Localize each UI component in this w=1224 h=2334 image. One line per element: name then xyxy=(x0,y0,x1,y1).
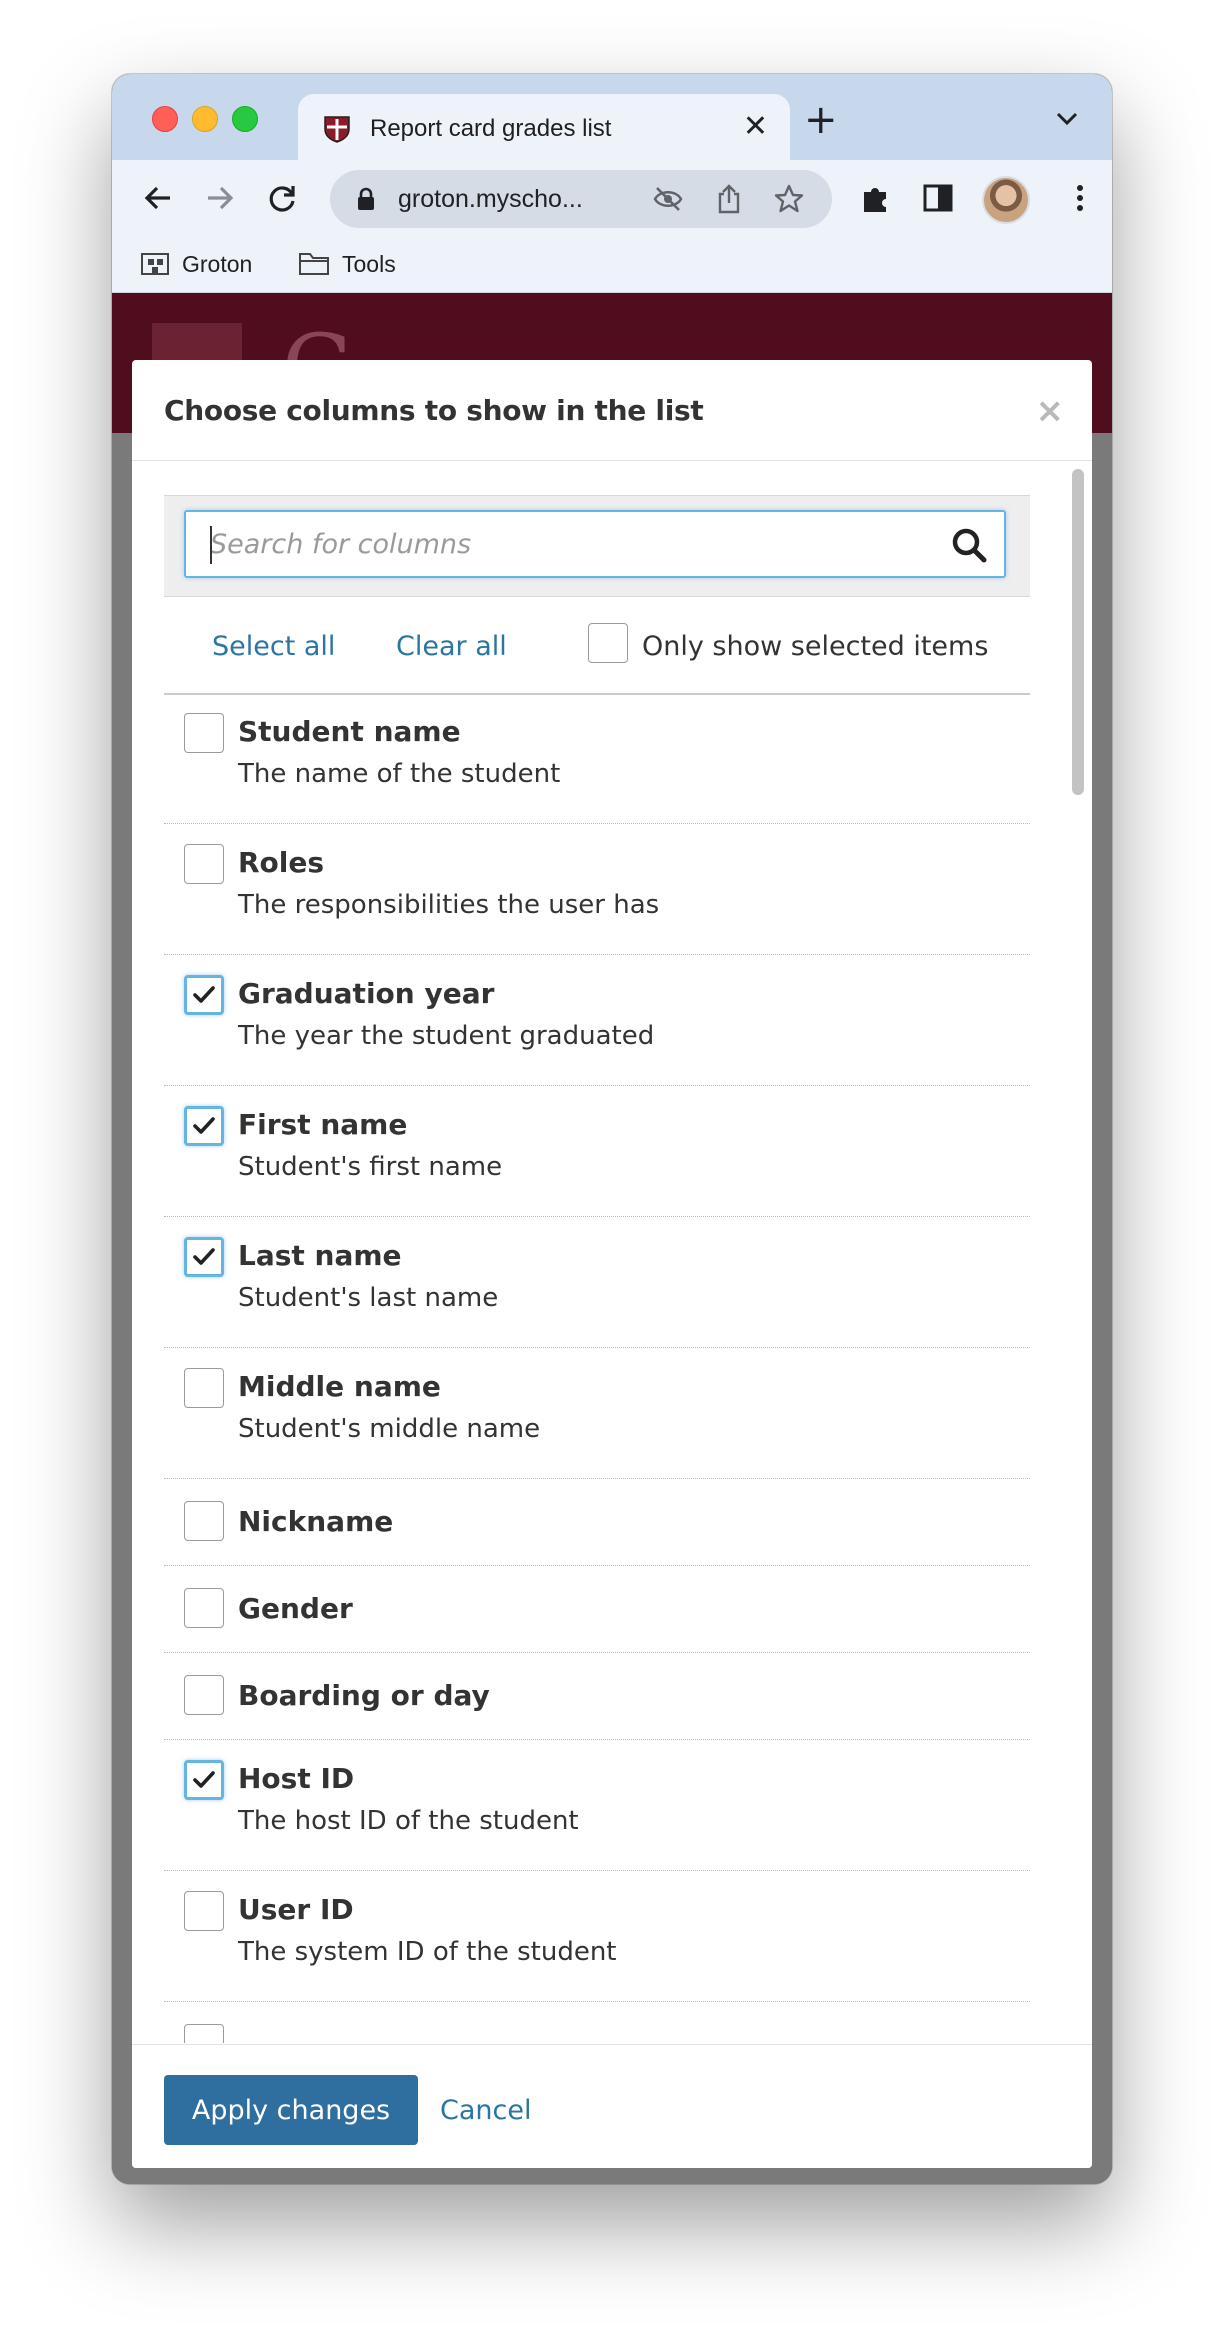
column-checkbox[interactable] xyxy=(184,713,224,753)
back-arrow-icon[interactable] xyxy=(140,180,176,216)
bookmark-tools-label: Tools xyxy=(342,251,396,277)
column-description: The year the student graduated xyxy=(238,1021,655,1051)
column-title: Boarding or day xyxy=(238,1679,490,1712)
column-description: Student's last name xyxy=(238,1283,499,1313)
school-crest-icon xyxy=(324,116,350,143)
folder-icon xyxy=(299,253,329,275)
column-title: Nickname xyxy=(238,1505,394,1538)
column-title: Gender xyxy=(238,1592,353,1625)
column-checkbox[interactable] xyxy=(184,1237,224,1277)
bookmark-tools[interactable]: Tools xyxy=(298,250,396,278)
new-tab-icon[interactable]: + xyxy=(804,100,838,140)
minimize-window-button[interactable] xyxy=(192,106,218,132)
dialog-footer: Apply changes Cancel xyxy=(132,2044,1092,2168)
list-item[interactable]: Student name The name of the student xyxy=(164,693,1030,824)
dialog-body: Select all Clear all Only show selected … xyxy=(132,461,1092,2043)
close-icon[interactable]: × xyxy=(1036,394,1065,428)
search-input[interactable] xyxy=(184,510,1006,578)
dialog-header: Choose columns to show in the list × xyxy=(132,360,1092,461)
reload-icon[interactable] xyxy=(264,180,300,216)
bookmark-groton[interactable]: Groton xyxy=(140,250,252,278)
column-title: Last name xyxy=(238,1239,402,1272)
close-window-button[interactable] xyxy=(152,106,178,132)
text-cursor xyxy=(210,526,212,564)
scrollbar-thumb[interactable] xyxy=(1072,469,1084,795)
column-checkbox[interactable] xyxy=(184,1368,224,1408)
column-title: First name xyxy=(238,1108,408,1141)
list-item[interactable]: Nickname xyxy=(164,1479,1030,1566)
column-title: Roles xyxy=(238,846,325,879)
close-tab-icon[interactable]: ✕ xyxy=(743,110,768,144)
search-area xyxy=(164,495,1030,597)
url-text: groton.myscho... xyxy=(398,185,583,213)
selection-controls: Select all Clear all Only show selected … xyxy=(164,601,1030,695)
list-item[interactable]: User ID The system ID of the student xyxy=(164,1871,1030,2002)
column-checkbox[interactable] xyxy=(184,1106,224,1146)
browser-toolbar: groton.myscho... xyxy=(112,160,1112,238)
list-item[interactable]: Gender xyxy=(164,1566,1030,1653)
list-item[interactable]: First name Student's first name xyxy=(164,1086,1030,1217)
column-description: Student's middle name xyxy=(238,1414,541,1444)
zoom-window-button[interactable] xyxy=(232,106,258,132)
address-bar[interactable]: groton.myscho... xyxy=(330,170,832,228)
bookmarks-bar: Groton Tools xyxy=(112,238,1112,293)
lock-icon xyxy=(358,187,374,210)
checkmark-icon xyxy=(193,1117,215,1134)
column-description: The host ID of the student xyxy=(238,1806,579,1836)
list-item[interactable]: Roles The responsibilities the user has xyxy=(164,824,1030,955)
bookmark-groton-label: Groton xyxy=(182,251,253,277)
column-title: Graduation year xyxy=(238,977,495,1010)
column-checkbox[interactable] xyxy=(184,1675,224,1715)
list-item[interactable]: Host ID The host ID of the student xyxy=(164,1740,1030,1871)
column-checkbox[interactable] xyxy=(184,1760,224,1800)
choose-columns-dialog: Choose columns to show in the list × Sel… xyxy=(132,360,1092,2168)
list-item[interactable]: Graduation year The year the student grad… xyxy=(164,955,1030,1086)
list-item[interactable] xyxy=(164,2002,1030,2043)
forward-arrow-icon[interactable] xyxy=(202,180,238,216)
only-selected-checkbox[interactable] xyxy=(588,623,628,663)
list-item[interactable]: Last name Student's last name xyxy=(164,1217,1030,1348)
chevron-down-icon[interactable] xyxy=(1056,112,1078,126)
scrollbar[interactable] xyxy=(1070,469,1086,2039)
column-checkbox[interactable] xyxy=(184,844,224,884)
clear-all-link[interactable]: Clear all xyxy=(396,631,507,662)
browser-window: Report card grades list ✕ + groton.mysch… xyxy=(112,74,1112,2184)
side-panel-icon[interactable] xyxy=(920,180,956,216)
column-checkbox[interactable] xyxy=(184,1891,224,1931)
apply-changes-button[interactable]: Apply changes xyxy=(164,2075,418,2145)
column-title: Middle name xyxy=(238,1370,441,1403)
tab-strip: Report card grades list ✕ + xyxy=(112,74,1112,160)
column-list: Student name The name of the student Roles… xyxy=(164,693,1030,2043)
star-icon[interactable] xyxy=(774,184,804,214)
checkmark-icon xyxy=(193,986,215,1003)
column-title: Student name xyxy=(238,715,461,748)
column-description: The system ID of the student xyxy=(238,1937,617,1967)
browser-tab[interactable]: Report card grades list ✕ xyxy=(298,94,790,160)
column-checkbox[interactable] xyxy=(184,1588,224,1628)
column-description: Student's first name xyxy=(238,1152,503,1182)
list-item[interactable]: Middle name Student's middle name xyxy=(164,1348,1030,1479)
column-description: The name of the student xyxy=(238,759,561,789)
checkmark-icon xyxy=(193,1771,215,1788)
dialog-title: Choose columns to show in the list xyxy=(164,394,704,427)
column-checkbox[interactable] xyxy=(184,2024,224,2043)
only-selected-label: Only show selected items xyxy=(642,631,989,662)
profile-avatar[interactable] xyxy=(982,176,1030,224)
column-checkbox[interactable] xyxy=(184,1501,224,1541)
share-icon[interactable] xyxy=(716,183,742,215)
search-icon[interactable] xyxy=(950,526,988,564)
column-description: The responsibilities the user has xyxy=(238,890,660,920)
building-folder-icon xyxy=(141,253,169,275)
column-checkbox[interactable] xyxy=(184,975,224,1015)
checkmark-icon xyxy=(193,1248,215,1265)
select-all-link[interactable]: Select all xyxy=(212,631,335,662)
tab-title: Report card grades list xyxy=(370,115,612,142)
kebab-menu-icon[interactable] xyxy=(1062,180,1098,216)
list-item[interactable]: Boarding or day xyxy=(164,1653,1030,1740)
eye-slash-icon[interactable] xyxy=(652,185,684,213)
column-title: User ID xyxy=(238,1893,354,1926)
column-title: Host ID xyxy=(238,1762,355,1795)
extensions-puzzle-icon[interactable] xyxy=(858,180,894,216)
cancel-link[interactable]: Cancel xyxy=(440,2095,531,2126)
